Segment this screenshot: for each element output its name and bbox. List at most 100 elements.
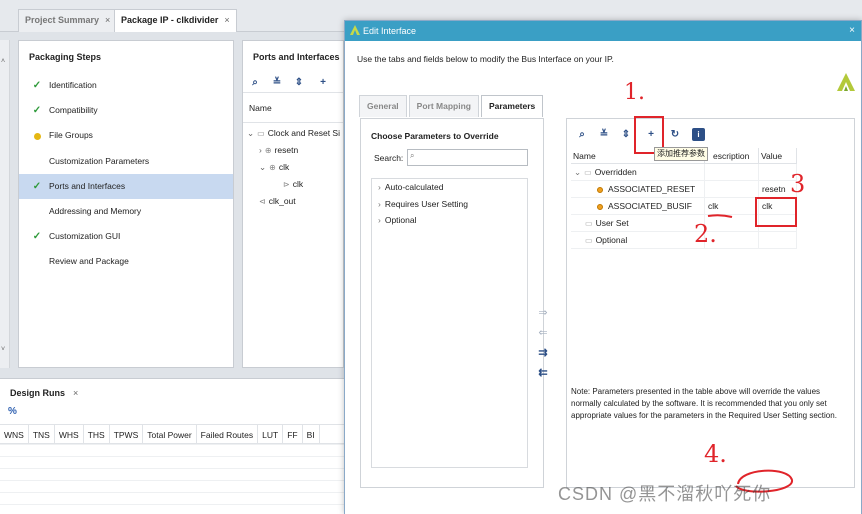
move-all-right-icon[interactable]: ⇉ [531,346,555,366]
port-out-icon: ⊲ [259,197,266,206]
vivado-icon [350,25,360,35]
refresh-icon[interactable]: ↻ [666,126,684,144]
edit-interface-dialog: Edit Interface × Use the tabs and fields… [344,20,862,514]
annotation-box-value [755,197,797,227]
tab-label: Design Runs [10,388,66,398]
category-requires-user-setting[interactable]: › Requires User Setting [372,196,527,213]
tab-port-mapping[interactable]: Port Mapping [408,95,479,117]
search-icon: ⌕ [410,151,415,160]
category-auto-calculated[interactable]: › Auto-calculated [372,179,527,196]
column-header[interactable]: TPWS [110,425,144,445]
dialog-description: Use the tabs and fields below to modify … [357,54,614,64]
tree-row-clk-port[interactable]: ⊳ clk [283,176,303,192]
info-icon[interactable]: i [692,128,705,141]
steps-list: ✓ Identification ✓ Compatibility File Groups… [19,73,233,275]
column-header[interactable]: WHS [55,425,84,445]
check-icon: ✓ [32,231,42,243]
annotation-step-4: 4. [704,440,727,468]
search-icon[interactable]: ⌕ [247,75,263,91]
row-label: resetn [274,145,299,155]
parameters-toolbar: ⌕ ≚ ⇕ + ↻ i [571,124,851,146]
column-header-description[interactable]: escription [705,148,759,164]
folder-icon: ▭ [257,129,265,138]
close-icon[interactable]: × [105,15,110,25]
step-item-compatibility[interactable]: ✓ Compatibility [19,98,233,123]
tab-general[interactable]: General [359,95,407,117]
vivado-logo-icon [837,73,855,91]
check-icon: ✓ [32,105,42,117]
parameter-icon [597,203,603,210]
move-left-icon[interactable]: ⇐ [531,326,555,346]
close-icon[interactable]: × [224,15,229,25]
table-row-overridden[interactable]: ⌄ ▭ Overridden [571,164,797,181]
search-icon[interactable]: ⌕ [573,126,591,144]
row-label: clk [292,179,304,189]
runs-table-header: WNS TNS WHS THS TPWS Total Power Failed Routes… [0,424,344,445]
column-header[interactable]: BI [303,425,320,445]
override-note: Note: Parameters presented in the table … [571,387,837,420]
tab-parameters[interactable]: Parameters [480,95,544,117]
category-optional[interactable]: › Optional [372,212,527,229]
column-header-value[interactable]: Value [759,148,797,164]
row-name: User Set [595,218,629,228]
interface-icon: ⊕ [264,146,272,155]
step-item-ports-and-interfaces[interactable]: ✓ Ports and Interfaces [19,173,233,199]
dialog-body: Use the tabs and fields below to modify … [345,41,861,514]
tree-row-clk[interactable]: ⌄ ⊕ clk [259,159,289,175]
step-item-customization-gui[interactable]: ✓ Customization GUI [19,224,233,249]
tree-row-clk-out[interactable]: ⊲ clk_out [259,193,296,209]
column-header[interactable]: FF [283,425,303,445]
dialog-titlebar[interactable]: Edit Interface × [345,21,861,41]
parameter-icon [597,186,603,193]
step-item-identification[interactable]: ✓ Identification [19,73,233,98]
search-input[interactable] [407,149,528,166]
column-header[interactable]: Failed Routes [197,425,259,445]
parameters-panel: ⌕ ≚ ⇕ + ↻ i 添加推荐参数 Name escription Value… [566,118,855,488]
warning-dot-icon [31,123,43,148]
step-item-file-groups[interactable]: File Groups [19,123,233,148]
column-header[interactable]: Total Power [143,425,197,445]
tab-design-runs[interactable]: Design Runs × [4,383,84,403]
tab-project-summary[interactable]: Project Summary × [18,9,118,32]
column-header[interactable]: THS [84,425,110,445]
step-item-review-and-package[interactable]: Review and Package [19,249,233,274]
close-icon[interactable]: × [849,21,855,41]
design-runs-panel: Design Runs × % WNS TNS WHS THS TPWS Total Pow… [0,378,344,514]
step-item-customization-parameters[interactable]: Customization Parameters [19,149,233,174]
row-label: clk_out [268,196,296,206]
expand-all-icon[interactable]: ⇕ [617,126,635,144]
column-header-name[interactable]: Name [243,93,343,123]
annotation-underline [707,214,733,218]
row-name: Overridden [594,167,637,177]
table-row-associated-reset[interactable]: ASSOCIATED_RESET resetn [571,181,797,198]
row-description[interactable] [705,181,759,198]
search-label: Search: [374,153,404,163]
percent-icon[interactable]: % [8,406,17,417]
left-scrollbar[interactable]: ˄ ˅ [0,40,10,368]
move-right-icon[interactable]: ⇒ [531,306,555,326]
scroll-up-icon[interactable]: ˄ [1,58,5,65]
step-label: Ports and Interfaces [49,180,126,191]
tab-label: Package IP - clkdivider [121,15,219,25]
close-icon[interactable]: × [73,388,78,398]
table-row-optional[interactable]: ▭ Optional [571,232,797,249]
collapse-all-icon[interactable]: ≚ [595,126,613,144]
tree-row-clock-reset[interactable]: ⌄ ▭ Clock and Reset Si [247,125,340,141]
move-all-left-icon[interactable]: ⇇ [531,366,555,386]
column-header[interactable]: TNS [29,425,55,445]
row-name: ASSOCIATED_BUSIF [608,201,692,211]
add-icon[interactable]: + [315,75,331,91]
scroll-down-icon[interactable]: ˅ [1,346,5,353]
column-header[interactable]: WNS [0,425,29,445]
tree-row-resetn[interactable]: › ⊕ resetn [259,142,298,158]
column-header[interactable]: LUT [258,425,284,445]
step-label: File Groups [49,130,93,141]
collapse-all-icon[interactable]: ≚ [269,75,285,91]
check-icon: ✓ [32,180,42,192]
folder-icon: ▭ [585,219,593,228]
choose-parameters-title: Choose Parameters to Override [371,131,499,141]
step-item-addressing-and-memory[interactable]: Addressing and Memory [19,199,233,224]
transfer-buttons: ⇒ ⇐ ⇉ ⇇ [531,306,555,386]
tab-package-ip[interactable]: Package IP - clkdivider × [114,9,237,32]
expand-all-icon[interactable]: ⇕ [291,75,307,91]
